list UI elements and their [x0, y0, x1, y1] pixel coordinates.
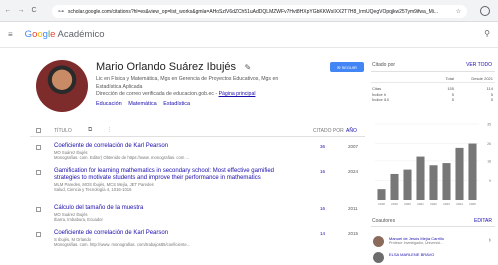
cited-by-count[interactable]: 36 — [320, 144, 325, 149]
citations-per-year-chart: 35 26 18 9 2018 2019 2020 2021 2022 2023 2024 2025 — [375, 123, 491, 206]
x-tick-label: 2022 — [430, 202, 437, 206]
coauthor-avatar — [373, 236, 384, 247]
affiliation-line-2: Estadística Aplicada — [96, 83, 143, 90]
chart-bar — [403, 169, 412, 200]
cited-by-header: Citado por VER TODO — [371, 58, 495, 72]
x-tick-label: 2020 — [404, 202, 411, 206]
stat-label[interactable]: Índice i10 — [372, 97, 389, 102]
edit-coauthors-link[interactable]: EDITAR — [474, 218, 492, 224]
chart-bar — [429, 165, 438, 200]
coauthors-header: Coautores EDITAR — [371, 215, 495, 227]
article-year: 2007 — [348, 144, 359, 149]
menu-icon[interactable]: ≡ — [8, 30, 13, 39]
coauthor-name[interactable]: ELSA MARLENE BRAVO — [389, 252, 434, 257]
y-tick-label: 26 — [487, 142, 491, 146]
coauthor-affiliation: Profesor Investigador, Universid... — [389, 241, 443, 245]
address-bar[interactable]: ⊶ scholar.google.com/citations?hl=es&vie… — [52, 5, 467, 18]
articles-table-header: TÍTULO ⧉ ⋮ CITADO POR AÑO — [30, 125, 365, 137]
coauthor-item[interactable]: ELSA MARLENE BRAVO — [373, 251, 495, 265]
field-link[interactable]: Estadística — [163, 101, 190, 107]
stat-since: 114 — [486, 86, 493, 91]
field-link[interactable]: Educación — [96, 101, 122, 107]
view-all-link[interactable]: VER TODO — [466, 62, 492, 68]
cited-by-count[interactable]: 14 — [320, 231, 325, 236]
sort-year-header[interactable]: AÑO — [346, 128, 357, 134]
coauthor-avatar — [373, 252, 384, 263]
verified-email-line: Dirección de correo verificada de educac… — [96, 91, 256, 97]
chart-bar — [468, 143, 477, 200]
row-checkbox[interactable] — [36, 207, 41, 212]
article-year: 2024 — [348, 169, 359, 174]
col-since[interactable]: Desde 2021 — [469, 76, 493, 81]
stat-since: 5 — [490, 91, 493, 97]
profile-info: Mario Orlando Suárez Ibujés ✎ Lic en Fís… — [96, 57, 311, 107]
profile-icon[interactable] — [480, 6, 490, 16]
scholar-header: ≡ Google Académico ⚲ — [0, 22, 498, 48]
google-scholar-logo[interactable]: Google Académico — [25, 29, 105, 40]
x-tick-label: 2018 — [378, 202, 385, 206]
back-icon[interactable]: ← — [3, 7, 13, 14]
article-source: Salud, Ciencia y Tecnología 4, 1016-1016 — [54, 187, 132, 192]
research-fields: Educación Matemática Estadística — [96, 101, 311, 107]
follow-button[interactable]: ✉ SEGUIR — [330, 62, 364, 72]
cited-by-count[interactable]: 16 — [320, 206, 325, 211]
article-title-link[interactable]: Cálculo del tamaño de la muestra — [54, 205, 294, 212]
bookmark-star-icon[interactable]: ☆ — [456, 8, 461, 15]
article-source: Monografías. com. Editor) Obtenido de ht… — [54, 155, 189, 160]
chart-bar — [442, 163, 451, 200]
forward-icon[interactable]: → — [16, 7, 26, 14]
article-source: Ibarra, Imbabura, Ecuador — [54, 217, 103, 222]
field-link[interactable]: Matemática — [128, 101, 156, 107]
article-year: 2011 — [348, 206, 358, 211]
stat-total: 155 — [447, 86, 454, 91]
chart-bar — [377, 189, 386, 200]
chart-bar — [455, 147, 464, 200]
x-tick-label: 2019 — [391, 202, 398, 206]
stat-label[interactable]: Índice h — [372, 92, 386, 97]
more-options-icon[interactable]: ⋮ — [107, 127, 112, 133]
article-title-link[interactable]: Gamification for learning mathematics in… — [54, 168, 294, 182]
browser-toolbar: ← → C ⊶ scholar.google.com/citations?hl=… — [0, 0, 498, 22]
col-total: Total — [445, 76, 454, 81]
stat-label[interactable]: Citas — [372, 86, 381, 91]
stat-total: 5 — [451, 91, 454, 97]
chart-bar — [416, 156, 425, 200]
address-url[interactable]: scholar.google.com/citations?hl=es&view_… — [68, 9, 448, 15]
chart-bar — [390, 173, 399, 200]
stat-since: 5 — [490, 97, 493, 102]
row-checkbox[interactable] — [36, 170, 41, 175]
article-title-link[interactable]: Coeficiente de correlación de Karl Pears… — [54, 230, 294, 237]
affiliation-line-1: Lic en Física y Matemática, Mgs en Geren… — [96, 76, 279, 82]
y-tick-label: 18 — [487, 159, 491, 163]
article-year: 2015 — [348, 231, 359, 236]
select-all-checkbox[interactable] — [36, 128, 41, 133]
article-title-link[interactable]: Coeficiente de correlación de Karl Pears… — [54, 143, 294, 150]
row-checkbox[interactable] — [36, 232, 41, 237]
row-checkbox[interactable] — [36, 145, 41, 150]
coauthor-item[interactable]: Manuel de Jesús Mejía Carrillo Profesor … — [373, 235, 495, 249]
x-tick-label: 2025 — [469, 202, 476, 206]
export-icon[interactable]: ⧉ — [88, 127, 92, 134]
stat-total: 5 — [451, 97, 454, 102]
x-tick-label: 2024 — [456, 202, 463, 206]
x-tick-label: 2021 — [417, 202, 424, 206]
profile-name: Mario Orlando Suárez Ibujés — [96, 61, 237, 73]
cited-by-title: Citado por — [372, 62, 396, 68]
site-info-icon[interactable]: ⊶ — [58, 8, 64, 15]
article-source: Monografías. com. http://www. monografia… — [54, 242, 191, 247]
reload-icon[interactable]: C — [29, 7, 39, 14]
homepage-link[interactable]: Página principal — [219, 91, 256, 97]
y-tick-label: 9 — [489, 179, 491, 183]
edit-pencil-icon[interactable]: ✎ — [244, 63, 251, 72]
profile-photo — [36, 60, 88, 112]
coauthors-title: Coautores — [372, 218, 396, 224]
chevron-right-icon[interactable]: › — [489, 237, 491, 244]
sort-title-header[interactable]: TÍTULO — [54, 128, 72, 134]
sort-cited-header[interactable]: CITADO POR — [313, 128, 344, 134]
cited-by-count[interactable]: 16 — [320, 169, 325, 174]
citation-stats-table: Total Desde 2021 Citas 155 114 Índice h … — [371, 75, 495, 103]
y-tick-label: 35 — [487, 123, 491, 127]
search-icon[interactable]: ⚲ — [484, 29, 490, 38]
x-tick-label: 2023 — [443, 202, 450, 206]
